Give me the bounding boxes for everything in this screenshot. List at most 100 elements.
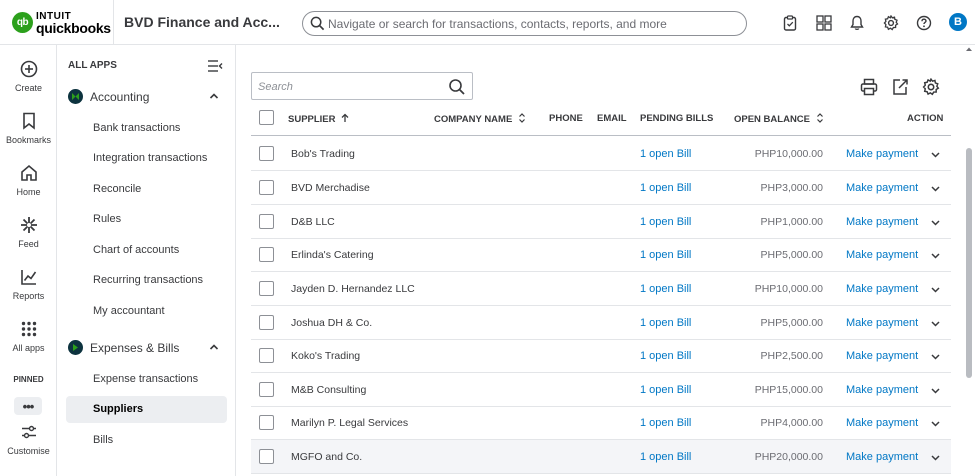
nav-bills[interactable]: Bills bbox=[93, 434, 113, 446]
table-row[interactable]: BVD Merchadise 1 open Bill PHP3,000.00 M… bbox=[251, 171, 951, 205]
nav-rules[interactable]: Rules bbox=[93, 213, 121, 225]
table-row[interactable]: Marilyn P. Legal Services 1 open Bill PH… bbox=[251, 406, 951, 440]
row-checkbox[interactable] bbox=[259, 214, 274, 229]
nav-my-accountant[interactable]: My accountant bbox=[93, 305, 165, 317]
pending-bills-link[interactable]: 1 open Bill bbox=[640, 148, 691, 160]
make-payment-button[interactable]: Make payment bbox=[846, 182, 918, 194]
nav-recurring-transactions[interactable]: Recurring transactions bbox=[93, 274, 203, 286]
chevron-down-icon[interactable] bbox=[930, 418, 941, 429]
chevron-down-icon[interactable] bbox=[930, 250, 941, 261]
supplier-name[interactable]: Erlinda's Catering bbox=[291, 249, 374, 261]
print-icon[interactable] bbox=[859, 77, 879, 97]
section-accounting[interactable]: Accounting bbox=[57, 85, 235, 109]
make-payment-button[interactable]: Make payment bbox=[846, 350, 918, 362]
nav-integration-transactions[interactable]: Integration transactions bbox=[93, 152, 207, 164]
supplier-name[interactable]: Joshua DH & Co. bbox=[291, 317, 372, 329]
table-row[interactable]: Joshua DH & Co. 1 open Bill PHP5,000.00 … bbox=[251, 306, 951, 340]
rail-bookmarks[interactable]: Bookmarks bbox=[0, 109, 57, 145]
table-row[interactable]: D&B LLC 1 open Bill PHP1,000.00 Make pay… bbox=[251, 205, 951, 239]
supplier-name[interactable]: BVD Merchadise bbox=[291, 182, 370, 194]
pending-bills-link[interactable]: 1 open Bill bbox=[640, 182, 691, 194]
chevron-down-icon[interactable] bbox=[930, 452, 941, 463]
pending-bills-link[interactable]: 1 open Bill bbox=[640, 249, 691, 261]
nav-chart-of-accounts[interactable]: Chart of accounts bbox=[93, 244, 179, 256]
search-icon[interactable] bbox=[448, 78, 466, 96]
rail-feed[interactable]: Feed bbox=[0, 213, 57, 249]
quickbooks-logo[interactable]: qb INTUIT quickbooks bbox=[12, 8, 111, 36]
make-payment-button[interactable]: Make payment bbox=[846, 216, 918, 228]
global-search-input[interactable] bbox=[328, 15, 738, 32]
supplier-name[interactable]: Bob's Trading bbox=[291, 148, 355, 160]
supplier-search[interactable] bbox=[251, 72, 473, 100]
pending-bills-link[interactable]: 1 open Bill bbox=[640, 317, 691, 329]
make-payment-button[interactable]: Make payment bbox=[846, 317, 918, 329]
gear-icon[interactable] bbox=[880, 12, 902, 34]
supplier-name[interactable]: Marilyn P. Legal Services bbox=[291, 417, 408, 429]
col-company-name[interactable]: COMPANY NAME bbox=[434, 113, 526, 125]
row-checkbox[interactable] bbox=[259, 315, 274, 330]
nav-suppliers[interactable]: Suppliers bbox=[93, 403, 143, 415]
rail-create[interactable]: Create bbox=[0, 57, 57, 93]
pending-bills-link[interactable]: 1 open Bill bbox=[640, 417, 691, 429]
nav-expense-transactions[interactable]: Expense transactions bbox=[93, 373, 198, 385]
pending-bills-link[interactable]: 1 open Bill bbox=[640, 216, 691, 228]
help-icon[interactable] bbox=[913, 12, 935, 34]
supplier-name[interactable]: Koko's Trading bbox=[291, 350, 360, 362]
scroll-up-arrow-icon[interactable] bbox=[965, 45, 973, 53]
col-supplier[interactable]: SUPPLIER bbox=[288, 113, 350, 125]
rail-all-apps[interactable]: All apps bbox=[0, 317, 57, 353]
chevron-down-icon[interactable] bbox=[930, 351, 941, 362]
supplier-name[interactable]: Jayden D. Hernandez LLC bbox=[291, 283, 415, 295]
select-all-checkbox[interactable] bbox=[259, 110, 274, 125]
bell-icon[interactable] bbox=[846, 12, 868, 34]
chevron-down-icon[interactable] bbox=[930, 318, 941, 329]
make-payment-button[interactable]: Make payment bbox=[846, 384, 918, 396]
chevron-down-icon[interactable] bbox=[930, 284, 941, 295]
chevron-down-icon[interactable] bbox=[930, 385, 941, 396]
supplier-search-input[interactable] bbox=[258, 79, 438, 94]
pending-bills-link[interactable]: 1 open Bill bbox=[640, 384, 691, 396]
main-scrollbar[interactable] bbox=[966, 148, 972, 378]
table-row[interactable]: M&B Consulting 1 open Bill PHP15,000.00 … bbox=[251, 373, 951, 407]
section-expenses-bills[interactable]: Expenses & Bills bbox=[57, 336, 235, 360]
pending-bills-link[interactable]: 1 open Bill bbox=[640, 451, 691, 463]
make-payment-button[interactable]: Make payment bbox=[846, 417, 918, 429]
row-checkbox[interactable] bbox=[259, 348, 274, 363]
rail-home[interactable]: Home bbox=[0, 161, 57, 197]
global-search[interactable] bbox=[302, 11, 747, 36]
supplier-name[interactable]: M&B Consulting bbox=[291, 384, 366, 396]
make-payment-button[interactable]: Make payment bbox=[846, 283, 918, 295]
nav-reconcile[interactable]: Reconcile bbox=[93, 183, 141, 195]
nav-bank-transactions[interactable]: Bank transactions bbox=[93, 122, 180, 134]
make-payment-button[interactable]: Make payment bbox=[846, 451, 918, 463]
pending-bills-link[interactable]: 1 open Bill bbox=[640, 283, 691, 295]
make-payment-button[interactable]: Make payment bbox=[846, 148, 918, 160]
chevron-down-icon[interactable] bbox=[930, 183, 941, 194]
company-name[interactable]: BVD Finance and Acc... bbox=[124, 14, 280, 30]
row-checkbox[interactable] bbox=[259, 247, 274, 262]
col-open-balance[interactable]: OPEN BALANCE bbox=[734, 113, 824, 125]
table-row[interactable]: Jayden D. Hernandez LLC 1 open Bill PHP1… bbox=[251, 272, 951, 306]
row-checkbox[interactable] bbox=[259, 146, 274, 161]
row-checkbox[interactable] bbox=[259, 180, 274, 195]
export-icon[interactable] bbox=[890, 77, 910, 97]
row-checkbox[interactable] bbox=[259, 415, 274, 430]
table-settings-icon[interactable] bbox=[921, 77, 941, 97]
supplier-name[interactable]: D&B LLC bbox=[291, 216, 335, 228]
table-row[interactable]: Koko's Trading 1 open Bill PHP2,500.00 M… bbox=[251, 339, 951, 373]
avatar[interactable]: B bbox=[949, 13, 967, 31]
row-checkbox[interactable] bbox=[259, 281, 274, 296]
table-row[interactable]: Bob's Trading 1 open Bill PHP10,000.00 M… bbox=[251, 137, 951, 171]
pinned-more-button[interactable]: ••• bbox=[14, 397, 42, 415]
collapse-menu-icon[interactable] bbox=[207, 59, 223, 73]
chevron-down-icon[interactable] bbox=[930, 217, 941, 228]
apps-grid-icon[interactable] bbox=[813, 12, 835, 34]
rail-reports[interactable]: Reports bbox=[0, 265, 57, 301]
row-checkbox[interactable] bbox=[259, 449, 274, 464]
rail-customise[interactable]: Customise bbox=[0, 420, 57, 456]
pending-bills-link[interactable]: 1 open Bill bbox=[640, 350, 691, 362]
row-checkbox[interactable] bbox=[259, 382, 274, 397]
table-row[interactable]: MGFO and Co. 1 open Bill PHP20,000.00 Ma… bbox=[251, 440, 951, 474]
chevron-down-icon[interactable] bbox=[930, 149, 941, 160]
table-row[interactable]: Erlinda's Catering 1 open Bill PHP5,000.… bbox=[251, 238, 951, 272]
